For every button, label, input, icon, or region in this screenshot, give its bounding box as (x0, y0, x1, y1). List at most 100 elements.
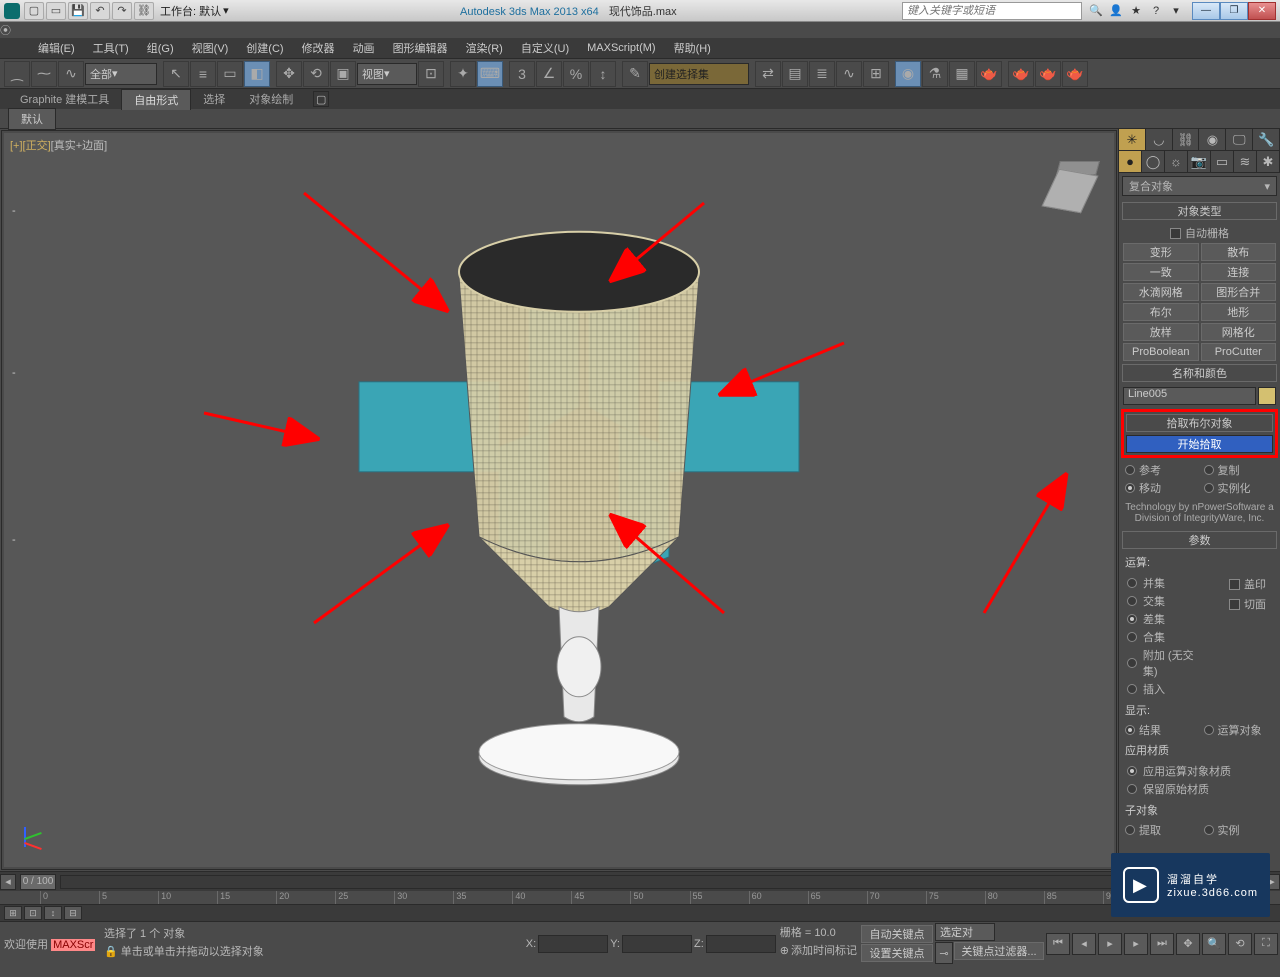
select-name-icon[interactable]: ≡ (190, 61, 216, 87)
radio-copy[interactable] (1204, 465, 1214, 475)
rollout-name-color[interactable]: -名称和颜色 (1122, 364, 1277, 382)
material-editor-icon[interactable]: ◉ (895, 61, 921, 87)
radio-keep-mat[interactable] (1127, 784, 1137, 794)
btn-conform[interactable]: 一致 (1123, 263, 1199, 281)
systems-icon[interactable]: ✱ (1257, 151, 1280, 172)
schematic-icon[interactable]: ⊞ (863, 61, 889, 87)
radio-insert[interactable] (1127, 684, 1137, 694)
geometry-icon[interactable]: ● (1119, 151, 1142, 172)
coord-x[interactable] (538, 935, 608, 953)
help-search-input[interactable] (902, 2, 1082, 20)
viewport-label[interactable]: [+][正交][真实+边面] (10, 137, 107, 153)
menu-edit[interactable]: 编辑(E) (30, 38, 83, 58)
ribbon-subtab-default[interactable]: 默认 (8, 108, 56, 130)
viewport[interactable]: [+][正交][真实+边面] (1, 130, 1117, 870)
spacewarps-icon[interactable]: ≋ (1234, 151, 1257, 172)
btn-terrain[interactable]: 地形 (1201, 303, 1277, 321)
workspace-selector[interactable]: 工作台: 默认▾ (160, 3, 229, 19)
geometry-type-dropdown[interactable]: 复合对象▾ (1122, 176, 1277, 196)
menu-group[interactable]: 组(G) (139, 38, 182, 58)
helpers-icon[interactable]: ▭ (1211, 151, 1234, 172)
btn-blobmesh[interactable]: 水滴网格 (1123, 283, 1199, 301)
radio-intersect[interactable] (1127, 596, 1137, 606)
mirror-icon[interactable]: ⇄ (755, 61, 781, 87)
chk-cookie[interactable] (1229, 599, 1240, 610)
rollout-parameters[interactable]: -参数 (1122, 531, 1277, 549)
prev-frame-icon[interactable]: ◂ (1072, 933, 1096, 955)
btn-shapemerge[interactable]: 图形合并 (1201, 283, 1277, 301)
favorite-icon[interactable]: ★ (1128, 3, 1144, 19)
link-icon[interactable]: ⁔ (4, 61, 30, 87)
start-pick-button[interactable]: 开始拾取 (1126, 435, 1273, 453)
menu-animation[interactable]: 动画 (345, 38, 383, 58)
object-name-input[interactable]: Line005 (1123, 387, 1256, 405)
ribbon-tab-paint[interactable]: 对象绘制 (237, 89, 305, 109)
bind-icon[interactable]: ∿ (58, 61, 84, 87)
signin-icon[interactable]: 👤 (1108, 3, 1124, 19)
dock-btn-4[interactable]: ⊟ (64, 906, 82, 920)
percent-snap-icon[interactable]: % (563, 61, 589, 87)
redo-icon[interactable]: ↷ (112, 2, 132, 20)
btn-boolean[interactable]: 布尔 (1123, 303, 1199, 321)
radio-instance[interactable] (1204, 825, 1214, 835)
btn-proboolean[interactable]: ProBoolean (1123, 343, 1199, 361)
teapot2-icon[interactable]: 🫖 (1035, 61, 1061, 87)
selection-filter[interactable]: 全部 ▾ (85, 63, 157, 85)
cameras-icon[interactable]: 📷 (1188, 151, 1211, 172)
radio-extract[interactable] (1125, 825, 1135, 835)
lock-icon[interactable]: 🔒 (104, 945, 118, 958)
motion-tab-icon[interactable]: ◉ (1199, 129, 1226, 150)
align-icon[interactable]: ▤ (782, 61, 808, 87)
named-selection-sets[interactable]: 创建选择集 (649, 63, 749, 85)
radio-union[interactable] (1127, 578, 1137, 588)
render-icon[interactable]: 🫖 (976, 61, 1002, 87)
play-icon[interactable]: ▸ (1098, 933, 1122, 955)
menu-maxscript[interactable]: MAXScript(M) (579, 40, 663, 56)
ribbon-minimize-icon[interactable]: ▢ (313, 91, 329, 107)
setkey-button[interactable]: 设置关键点 (861, 944, 933, 962)
radio-reference[interactable] (1125, 465, 1135, 475)
window-crossing-icon[interactable]: ◧ (244, 61, 270, 87)
select-manipulate-icon[interactable]: ✦ (450, 61, 476, 87)
keyboard-shortcut-icon[interactable]: ⌨ (477, 61, 503, 87)
btn-connect[interactable]: 连接 (1201, 263, 1277, 281)
radio-apply-mat[interactable] (1127, 766, 1137, 776)
autogrid-checkbox[interactable] (1170, 228, 1181, 239)
dock-btn-3[interactable]: ↕ (44, 906, 62, 920)
open-icon[interactable]: ▭ (46, 2, 66, 20)
app-icon[interactable] (4, 3, 20, 19)
menu-create[interactable]: 创建(C) (238, 38, 291, 58)
menu-tools[interactable]: 工具(T) (85, 38, 137, 58)
goto-end-icon[interactable]: ⏭ (1150, 933, 1174, 955)
utilities-tab-icon[interactable]: 🔧 (1253, 129, 1280, 150)
menu-modifiers[interactable]: 修改器 (294, 38, 343, 58)
ref-coord-system[interactable]: 视图 ▾ (357, 63, 417, 85)
help-icon[interactable]: ? (1148, 3, 1164, 19)
menu-view[interactable]: 视图(V) (184, 38, 237, 58)
radio-move[interactable] (1125, 483, 1135, 493)
time-slider-handle[interactable]: 0 / 100 (20, 874, 56, 890)
coord-z[interactable] (706, 935, 776, 953)
pivot-icon[interactable]: ⊡ (418, 61, 444, 87)
add-time-tag[interactable]: 添加时间标记 (791, 942, 857, 958)
search-icon[interactable]: 🔍 (1088, 3, 1104, 19)
ribbon-tab-freeform[interactable]: 自由形式 (121, 89, 191, 110)
keymode-dropdown[interactable]: 选定对 (935, 923, 995, 941)
hierarchy-tab-icon[interactable]: ⛓ (1173, 129, 1200, 150)
angle-snap-icon[interactable]: ∠ (536, 61, 562, 87)
rollout-object-type[interactable]: -对象类型 (1122, 202, 1277, 220)
ribbon-tab-selection[interactable]: 选择 (191, 89, 237, 109)
radio-merge[interactable] (1127, 632, 1137, 642)
ribbon-tab-graphite[interactable]: Graphite 建模工具 (8, 89, 121, 109)
render-setup-icon[interactable]: ⚗ (922, 61, 948, 87)
next-frame-icon[interactable]: ▸ (1124, 933, 1148, 955)
key-filters-button[interactable]: 关键点过滤器... (954, 942, 1044, 960)
object-color-swatch[interactable] (1258, 387, 1276, 405)
radio-operands[interactable] (1204, 725, 1214, 735)
radio-result[interactable] (1125, 725, 1135, 735)
undo-icon[interactable]: ↶ (90, 2, 110, 20)
display-tab-icon[interactable]: 🖵 (1226, 129, 1253, 150)
radio-subtract[interactable] (1127, 614, 1137, 624)
teapot1-icon[interactable]: 🫖 (1008, 61, 1034, 87)
nav-max-icon[interactable]: ⛶ (1254, 933, 1278, 955)
